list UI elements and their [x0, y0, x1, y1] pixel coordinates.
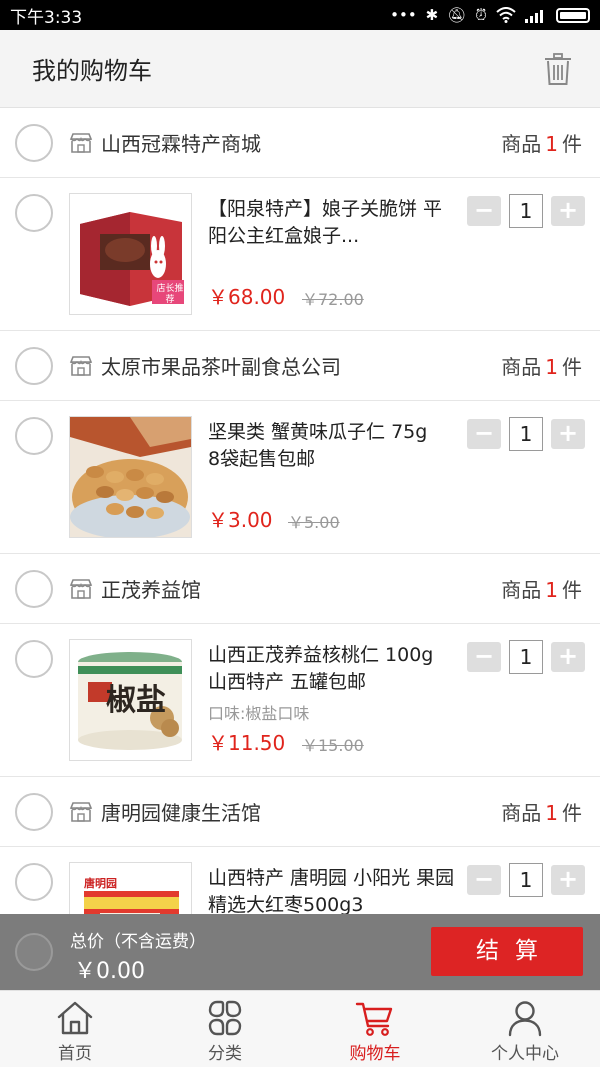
shop-select-checkbox[interactable] [15, 346, 53, 385]
quantity-input[interactable]: 1 [509, 863, 543, 897]
shop-item-count: 商品 1 件 [501, 801, 582, 825]
brand-logo-text: 唐明园 [84, 877, 117, 890]
quantity-input[interactable]: 1 [509, 417, 543, 451]
product-title[interactable]: 坚果类 蟹黄味瓜子仁 75g 8袋起售包邮 [208, 419, 458, 473]
quantity-stepper: − 1 + [467, 194, 585, 228]
store-icon [69, 355, 93, 376]
product-original-price: ￥72.00 [302, 290, 364, 309]
product-price: ￥11.50 [208, 731, 286, 755]
increase-button[interactable]: + [551, 196, 585, 226]
quantity-input[interactable]: 1 [509, 640, 543, 674]
product-original-price: ￥15.00 [302, 736, 364, 755]
shop-select-checkbox[interactable] [15, 123, 53, 162]
shop-item-count: 商品 1 件 [501, 355, 582, 379]
product-title[interactable]: 山西特产 唐明园 小阳光 果园精选大红枣500g3 [208, 865, 458, 914]
checkout-bar: 总价（不含运费） ￥0.00 结算 [0, 914, 600, 990]
decrease-button[interactable]: − [467, 419, 501, 449]
status-bar: 下午3:33 ••• ✱ 🔕︎ ⏰︎ [0, 0, 600, 30]
product-image-art [70, 417, 191, 537]
cart-item: 店长推荐 【阳泉特产】娘子关脆饼 平阳公主红盒娘子... ￥68.00 ￥72.… [0, 178, 600, 331]
bottom-tab-bar: 首页 分类 购物车 个人中心 [0, 990, 600, 1067]
product-title[interactable]: 【阳泉特产】娘子关脆饼 平阳公主红盒娘子... [208, 196, 458, 250]
decrease-button[interactable]: − [467, 196, 501, 226]
cart-item: 坚果类 蟹黄味瓜子仁 75g 8袋起售包邮 ￥3.00 ￥5.00 − 1 + [0, 401, 600, 554]
cart-list[interactable]: 山西冠霖特产商城 商品 1 件 店长推荐 【阳泉特产】娘子关脆饼 平阳公主红盒娘子.… [0, 108, 600, 914]
shop-name[interactable]: 山西冠霖特产商城 [101, 128, 501, 157]
mute-icon: 🔕︎ [447, 6, 467, 24]
select-all-checkbox[interactable] [15, 933, 53, 971]
store-icon [69, 578, 93, 599]
shop-select-checkbox[interactable] [15, 569, 53, 608]
product-image[interactable] [69, 416, 192, 538]
battery-icon [556, 7, 590, 23]
app-header: 我的购物车 [0, 30, 600, 108]
store-recommend-badge: 店长推荐 [156, 284, 184, 305]
item-select-checkbox[interactable] [15, 863, 53, 901]
home-icon [57, 1001, 93, 1035]
product-image[interactable]: 椒盐 [69, 639, 192, 761]
shop-select-checkbox[interactable] [15, 792, 53, 831]
checkout-button[interactable]: 结算 [431, 927, 583, 976]
cart-icon [355, 1002, 393, 1036]
alarm-icon: ⏰︎ [475, 6, 487, 24]
product-original-price: ￥5.00 [288, 513, 340, 532]
tab-label: 个人中心 [491, 1044, 559, 1064]
tab-cart[interactable]: 购物车 [300, 991, 450, 1067]
item-select-checkbox[interactable] [15, 194, 53, 232]
shop-header: 太原市果品茶叶副食总公司 商品 1 件 [0, 331, 600, 401]
quantity-stepper: − 1 + [467, 863, 585, 897]
shop-header: 正茂养益馆 商品 1 件 [0, 554, 600, 624]
decrease-button[interactable]: − [467, 642, 501, 672]
store-icon [69, 132, 93, 153]
decrease-button[interactable]: − [467, 865, 501, 895]
trash-icon[interactable] [542, 52, 574, 86]
product-price: ￥3.00 [208, 508, 273, 532]
product-title[interactable]: 山西正茂养益核桃仁 100g 山西特产 五罐包邮 [208, 642, 458, 696]
increase-button[interactable]: + [551, 642, 585, 672]
tab-label: 分类 [208, 1044, 242, 1064]
status-icons: ••• ✱ 🔕︎ ⏰︎ [390, 6, 590, 24]
more-icon: ••• [390, 6, 417, 24]
store-icon [69, 801, 93, 822]
quantity-stepper: − 1 + [467, 640, 585, 674]
person-icon [508, 1001, 542, 1037]
shop-header: 唐明园健康生活馆 商品 1 件 [0, 777, 600, 847]
shop-item-count: 商品 1 件 [501, 578, 582, 602]
tab-label: 首页 [58, 1044, 92, 1064]
tab-label: 购物车 [349, 1044, 401, 1064]
bluetooth-icon: ✱ [425, 6, 439, 24]
increase-button[interactable]: + [551, 419, 585, 449]
shop-name[interactable]: 唐明园健康生活馆 [101, 797, 501, 826]
product-option: 口味:椒盐口味 [208, 704, 310, 723]
increase-button[interactable]: + [551, 865, 585, 895]
product-label-text: 椒盐 [106, 683, 166, 718]
tab-home[interactable]: 首页 [0, 991, 150, 1067]
item-select-checkbox[interactable] [15, 640, 53, 678]
status-time: 下午3:33 [10, 7, 83, 28]
wifi-icon [496, 7, 516, 23]
cart-item: 唐明园 山西特产 唐明园 小阳光 果园精选大红枣500g3 − 1 + [0, 847, 600, 914]
cart-item: 椒盐 山西正茂养益核桃仁 100g 山西特产 五罐包邮 口味:椒盐口味 ￥11.… [0, 624, 600, 777]
product-image[interactable]: 店长推荐 [69, 193, 192, 315]
product-image[interactable]: 唐明园 [69, 862, 192, 914]
total-amount: ￥0.00 [74, 959, 145, 984]
tab-profile[interactable]: 个人中心 [450, 991, 600, 1067]
total-label: 总价（不含运费） [70, 932, 206, 952]
quantity-stepper: − 1 + [467, 417, 585, 451]
shop-header: 山西冠霖特产商城 商品 1 件 [0, 108, 600, 178]
product-price: ￥68.00 [208, 285, 286, 309]
shop-name[interactable]: 太原市果品茶叶副食总公司 [101, 351, 501, 380]
page-title: 我的购物车 [32, 57, 152, 85]
category-icon [208, 1000, 242, 1036]
quantity-input[interactable]: 1 [509, 194, 543, 228]
signal-icon [525, 9, 543, 23]
shop-item-count: 商品 1 件 [501, 132, 582, 156]
tab-category[interactable]: 分类 [150, 991, 300, 1067]
shop-name[interactable]: 正茂养益馆 [101, 574, 501, 603]
item-select-checkbox[interactable] [15, 417, 53, 455]
